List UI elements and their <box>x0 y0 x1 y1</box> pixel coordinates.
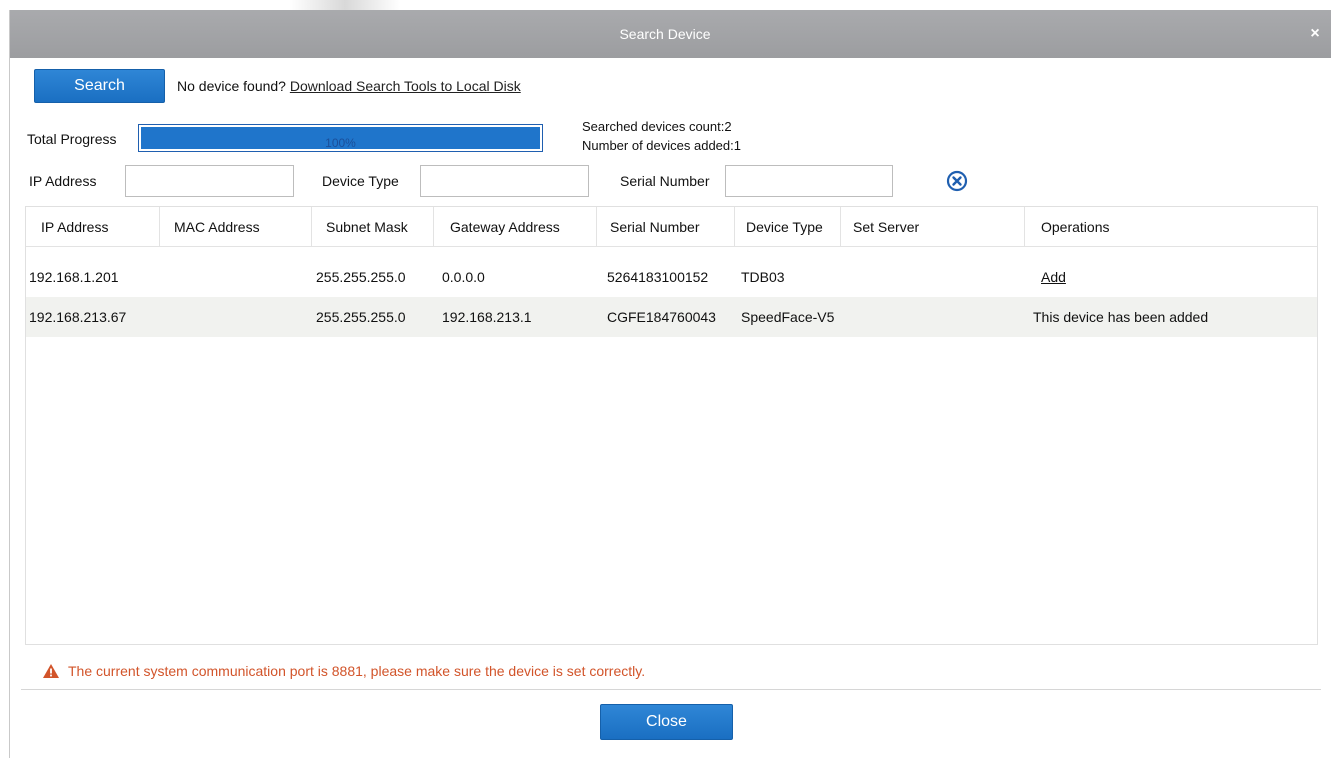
dialog-title: Search Device <box>619 26 711 42</box>
footer-divider <box>21 689 1321 690</box>
cell-gateway-address: 192.168.213.1 <box>442 309 532 325</box>
searched-devices-count: Searched devices count:2 <box>582 119 732 134</box>
cell-serial-number: 5264183100152 <box>607 269 709 285</box>
no-device-text: No device found? <box>177 78 286 94</box>
total-progress-bar: 100% <box>138 124 543 152</box>
add-device-link[interactable]: Add <box>1041 269 1066 285</box>
devices-added-count: Number of devices added:1 <box>582 138 741 153</box>
port-warning: The current system communication port is… <box>42 661 645 681</box>
column-header-ip-address[interactable]: IP Address <box>26 207 160 247</box>
column-header-set-server[interactable]: Set Server <box>841 207 1025 247</box>
column-header-mac-address[interactable]: MAC Address <box>160 207 312 247</box>
no-device-message: No device found? Download Search Tools t… <box>177 78 521 94</box>
total-progress-label: Total Progress <box>27 131 117 147</box>
table-row[interactable]: 192.168.1.201 255.255.255.0 0.0.0.0 5264… <box>26 257 1317 297</box>
column-header-gateway-address[interactable]: Gateway Address <box>434 207 597 247</box>
column-header-operations[interactable]: Operations <box>1025 207 1317 247</box>
warning-text: The current system communication port is… <box>68 663 646 679</box>
serial-number-filter-input[interactable] <box>725 165 893 197</box>
cell-device-type: TDB03 <box>741 269 785 285</box>
column-header-subnet-mask[interactable]: Subnet Mask <box>312 207 434 247</box>
download-search-tools-link[interactable]: Download Search Tools to Local Disk <box>290 78 521 94</box>
cell-device-type: SpeedFace-V5 <box>741 309 835 325</box>
search-button[interactable]: Search <box>34 69 165 103</box>
progress-percent: 100% <box>325 136 356 150</box>
warning-triangle-icon <box>43 664 59 678</box>
serial-number-filter-label: Serial Number <box>620 173 710 189</box>
cell-ip-address: 192.168.213.67 <box>29 309 127 325</box>
cell-set-server <box>841 257 1025 297</box>
cell-subnet-mask: 255.255.255.0 <box>316 309 406 325</box>
search-device-dialog: Search Device × Search No device found? … <box>9 10 1331 758</box>
background-strip <box>0 0 1331 10</box>
cell-mac-address <box>160 257 312 297</box>
table-header: IP Address MAC Address Subnet Mask Gatew… <box>26 207 1317 247</box>
cell-mac-address <box>160 297 312 337</box>
cell-ip-address: 192.168.1.201 <box>29 269 119 285</box>
ip-filter-label: IP Address <box>29 173 97 189</box>
close-icon[interactable]: × <box>1306 25 1324 43</box>
device-type-filter-input[interactable] <box>420 165 589 197</box>
device-type-filter-label: Device Type <box>322 173 399 189</box>
column-header-serial-number[interactable]: Serial Number <box>597 207 735 247</box>
cell-gateway-address: 0.0.0.0 <box>442 269 485 285</box>
cell-subnet-mask: 255.255.255.0 <box>316 269 406 285</box>
close-button[interactable]: Close <box>600 704 733 740</box>
cell-set-server <box>841 297 1025 337</box>
device-table: IP Address MAC Address Subnet Mask Gatew… <box>25 206 1318 645</box>
clear-filter-icon[interactable] <box>946 170 968 192</box>
ip-address-filter-input[interactable] <box>125 165 294 197</box>
dialog-titlebar: Search Device × <box>10 10 1331 58</box>
cell-operations-status: This device has been added <box>1033 309 1209 325</box>
column-header-device-type[interactable]: Device Type <box>735 207 841 247</box>
table-row[interactable]: 192.168.213.67 255.255.255.0 192.168.213… <box>26 297 1317 337</box>
operations-cell: Add <box>1025 257 1317 297</box>
cell-serial-number: CGFE184760043 <box>607 309 716 325</box>
